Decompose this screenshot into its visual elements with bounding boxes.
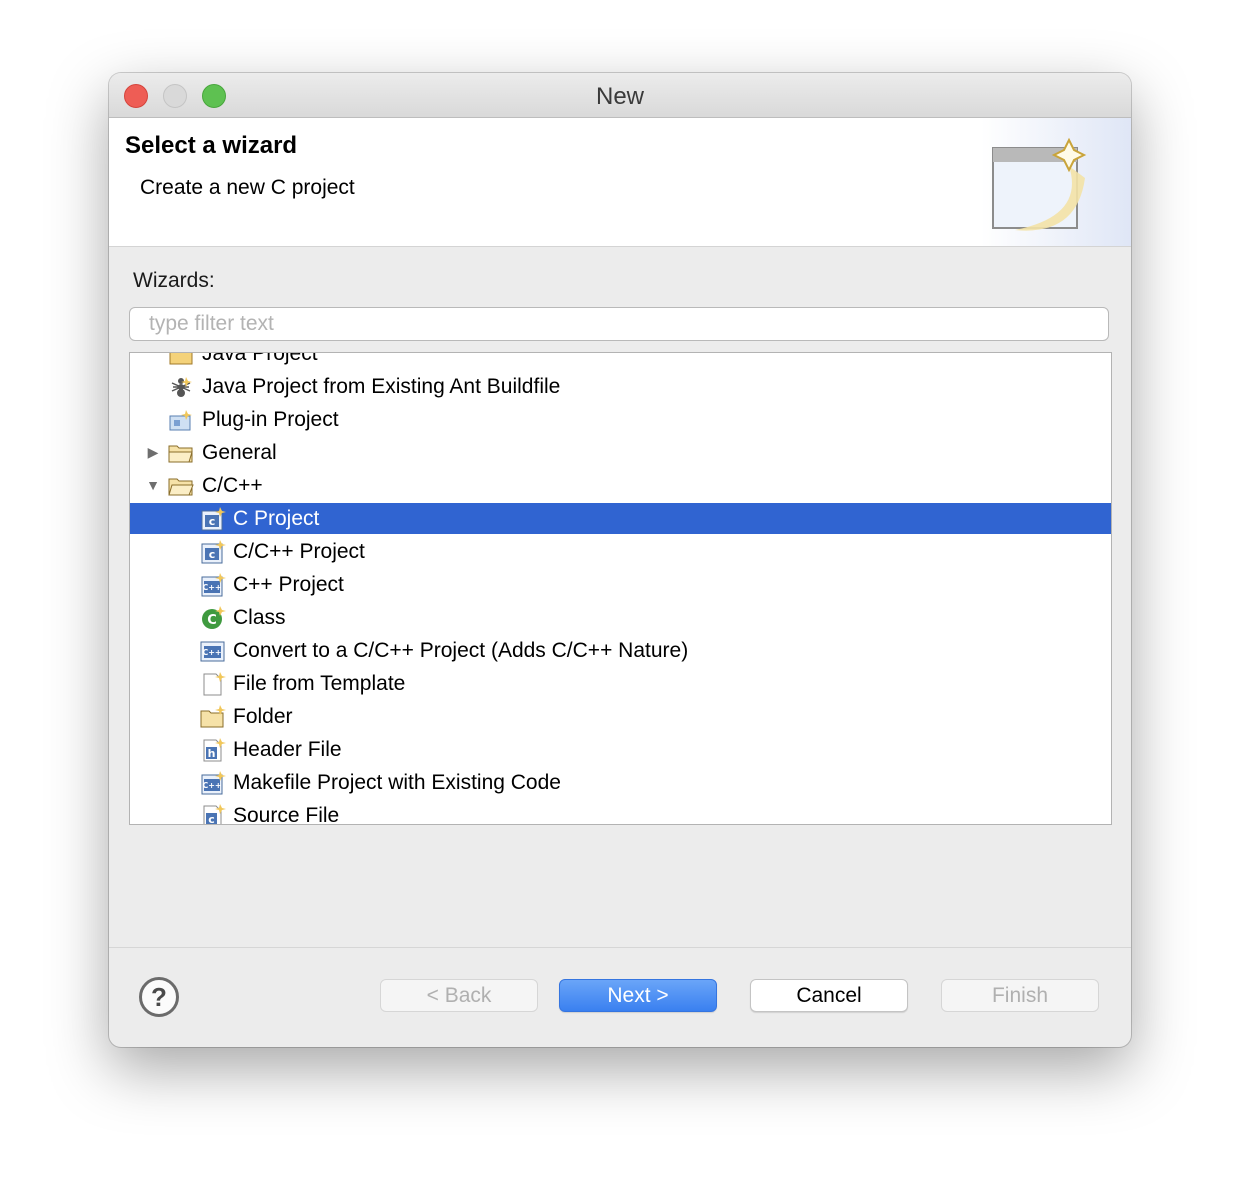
- tree-item-label: Header File: [233, 738, 342, 761]
- tree-item-c-cpp-project[interactable]: c C/C++ Project: [130, 535, 1111, 568]
- svg-text:C++: C++: [202, 583, 221, 592]
- tree-item-label: C Project: [233, 507, 320, 530]
- tree-item-label: Makefile Project with Existing Code: [233, 771, 561, 794]
- new-folder-icon: [200, 705, 226, 728]
- tree-item-makefile-project[interactable]: C++ Makefile Project with Existing Code: [130, 766, 1111, 799]
- header-file-icon: h: [203, 738, 226, 762]
- cpp-project-icon: C++: [201, 573, 226, 597]
- wizards-label: Wizards:: [133, 269, 215, 292]
- cancel-button[interactable]: Cancel: [750, 979, 908, 1012]
- footer-divider: [109, 947, 1131, 948]
- window-title: New: [595, 83, 644, 110]
- tree-item-label: Plug-in Project: [202, 408, 339, 431]
- class-icon: C: [202, 606, 226, 629]
- c-project-icon: c: [201, 507, 226, 531]
- filter-input[interactable]: [129, 307, 1109, 341]
- tree-item-file-from-template[interactable]: File from Template: [130, 667, 1111, 700]
- new-wizard-banner-icon: [981, 118, 1131, 246]
- title-bar[interactable]: New: [109, 73, 1131, 118]
- tree-item-label: Java Project from Existing Ant Buildfile: [202, 375, 561, 398]
- tree-item-c-project[interactable]: c C Project: [130, 503, 1111, 534]
- source-file-icon: c: [203, 804, 226, 825]
- svg-text:c: c: [208, 813, 215, 825]
- tree-item-java-project[interactable]: Java Project: [130, 352, 1111, 370]
- tree-item-label: File from Template: [233, 672, 406, 695]
- tree-item-class[interactable]: C Class: [130, 601, 1111, 634]
- folder-open-icon: [168, 478, 194, 496]
- convert-icon: C++: [200, 641, 225, 662]
- svg-text:c: c: [209, 515, 216, 528]
- help-icon: ?: [151, 982, 167, 1012]
- tree-item-source-file[interactable]: c Source File: [130, 799, 1111, 825]
- next-button[interactable]: Next >: [559, 979, 717, 1012]
- collapse-arrow-icon[interactable]: ▼: [144, 469, 162, 502]
- tree-item-label: Java Project: [202, 352, 318, 365]
- new-wizard-dialog: New Select a wizard Create a new C proje…: [109, 73, 1131, 1047]
- svg-text:C: C: [207, 613, 217, 628]
- tree-item-java-ant-project[interactable]: Java Project from Existing Ant Buildfile: [130, 370, 1111, 403]
- cpp-project-icon: C++: [201, 771, 226, 795]
- wizard-header: Select a wizard Create a new C project: [109, 118, 1131, 247]
- tree-item-cpp-project[interactable]: C++ C++ Project: [130, 568, 1111, 601]
- tree-item-folder[interactable]: Folder: [130, 700, 1111, 733]
- ant-icon: [171, 377, 192, 397]
- expand-arrow-icon[interactable]: ▶: [144, 436, 162, 469]
- tree-item-label: C/C++: [202, 474, 263, 497]
- c-project-icon: c: [201, 540, 226, 564]
- file-icon: [203, 672, 226, 696]
- svg-text:C++: C++: [202, 648, 221, 657]
- page-title: Select a wizard: [125, 132, 298, 159]
- help-button[interactable]: ?: [139, 977, 179, 1017]
- page-description: Create a new C project: [140, 176, 355, 199]
- tree-item-label: Folder: [233, 705, 293, 728]
- tree-item-label: Source File: [233, 804, 340, 825]
- tree-item-label: Convert to a C/C++ Project (Adds C/C++ N…: [233, 639, 689, 662]
- finish-button[interactable]: Finish: [941, 979, 1099, 1012]
- tree-item-header-file[interactable]: h Header File: [130, 733, 1111, 766]
- tree-item-convert[interactable]: C++ Convert to a C/C++ Project (Adds C/C…: [130, 634, 1111, 667]
- back-button[interactable]: < Back: [380, 979, 538, 1012]
- svg-text:h: h: [208, 747, 216, 760]
- tree-item-label: Class: [233, 606, 286, 629]
- wizard-tree-rows: Java Project Java Project from Existing …: [130, 352, 1111, 825]
- svg-text:C++: C++: [202, 781, 221, 790]
- tree-item-general[interactable]: ▶ General: [130, 436, 1111, 469]
- tree-item-c-cpp[interactable]: ▼ C/C++: [130, 469, 1111, 502]
- folder-icon: [168, 445, 193, 463]
- tree-item-plugin-project[interactable]: Plug-in Project: [130, 403, 1111, 436]
- tree-item-label: C/C++ Project: [233, 540, 365, 563]
- plugin-project-icon: [169, 410, 192, 431]
- tree-item-label: C++ Project: [233, 573, 344, 596]
- tree-item-label: General: [202, 441, 277, 464]
- svg-text:c: c: [209, 548, 216, 561]
- java-project-icon: [169, 353, 193, 365]
- wizard-tree[interactable]: Java Project Java Project from Existing …: [129, 352, 1112, 825]
